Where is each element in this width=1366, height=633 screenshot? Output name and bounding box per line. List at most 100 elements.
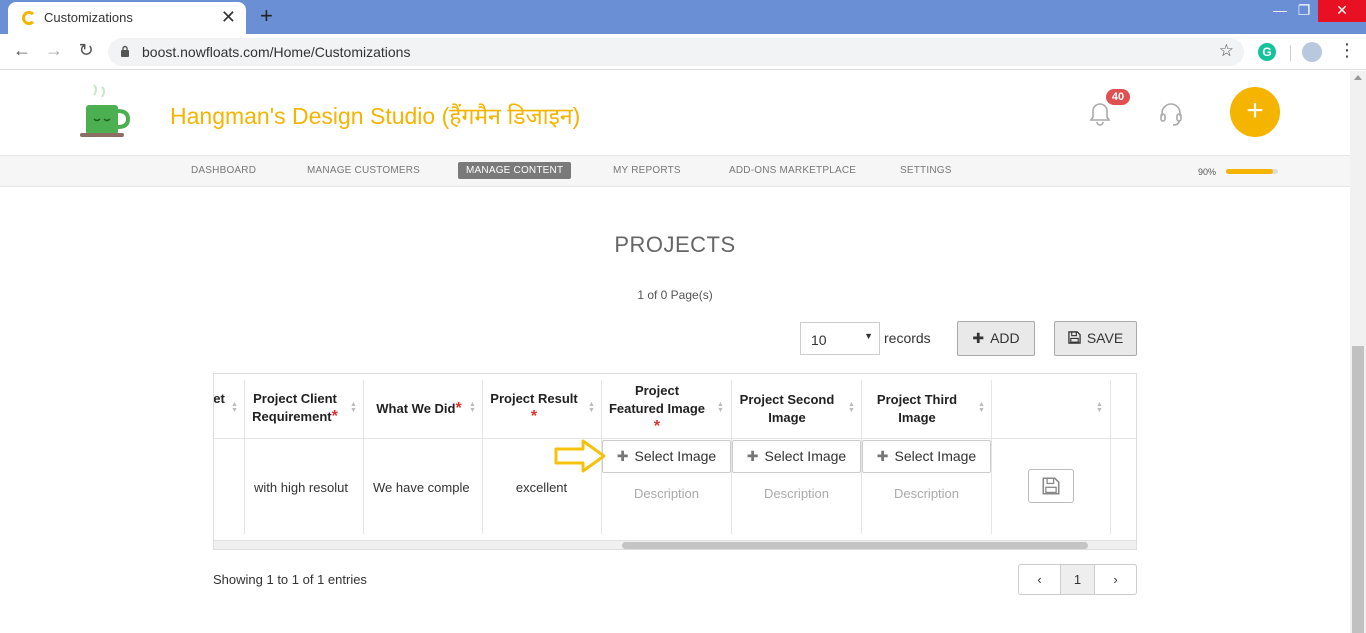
- sort-icon[interactable]: ▲ ▼: [350, 401, 358, 414]
- records-per-page-select[interactable]: 10 ▼: [800, 322, 880, 355]
- select-second-image-button[interactable]: ✚ Select Image: [732, 440, 861, 473]
- row-save-button[interactable]: [1028, 469, 1074, 503]
- table-scroll-thumb[interactable]: [622, 542, 1088, 549]
- brand-logo: [80, 84, 131, 137]
- page-1-button[interactable]: 1: [1061, 565, 1095, 594]
- bell-icon[interactable]: [1088, 101, 1112, 127]
- column-divider: [363, 380, 364, 534]
- projects-table: et ▲ ▼ Project Client Requirement* ▲ ▼ Wha…: [213, 373, 1137, 550]
- app-header: Hangman's Design Studio (हैंगमैन डिजाइन)…: [0, 71, 1350, 155]
- scroll-up-arrow[interactable]: [1354, 75, 1362, 80]
- browser-menu-icon[interactable]: ⋮: [1338, 40, 1356, 61]
- plus-icon: ✚: [972, 330, 985, 346]
- select-image-label: Select Image: [764, 448, 847, 464]
- omnibox[interactable]: boost.nowfloats.com/Home/Customizations …: [108, 38, 1244, 66]
- select-featured-image-button[interactable]: ✚ Select Image: [602, 440, 731, 473]
- add-button[interactable]: ✚ ADD: [957, 321, 1035, 356]
- nav-manage-customers[interactable]: MANAGE CUSTOMERS: [307, 165, 420, 176]
- sort-icon[interactable]: ▲ ▼: [978, 401, 986, 414]
- header-line: Image: [768, 410, 806, 425]
- add-label: ADD: [990, 330, 1020, 346]
- header-line: Project Client: [253, 391, 337, 406]
- next-page-button[interactable]: ›: [1095, 565, 1136, 594]
- column-divider: [244, 380, 245, 534]
- required-mark: *: [455, 400, 462, 417]
- sort-icon[interactable]: ▲ ▼: [588, 401, 596, 414]
- nav-manage-content[interactable]: MANAGE CONTENT: [458, 162, 572, 179]
- quick-add-button[interactable]: +: [1230, 87, 1280, 137]
- highlight-arrow-icon: [554, 439, 606, 473]
- nav-my-reports[interactable]: MY REPORTS: [613, 165, 681, 176]
- nav-dashboard[interactable]: DASHBOARD: [191, 165, 256, 176]
- column-header-featured-image[interactable]: Project Featured Image *: [602, 382, 712, 440]
- column-header-client-requirement[interactable]: Project Client Requirement*: [245, 390, 345, 448]
- forward-icon[interactable]: →: [42, 40, 66, 61]
- header-line: Project Result: [490, 391, 578, 406]
- sort-icon[interactable]: ▲ ▼: [717, 401, 725, 414]
- url-text: boost.nowfloats.com/Home/Customizations: [142, 44, 411, 60]
- cell-client-requirement[interactable]: with high resolut: [254, 480, 354, 495]
- select-image-label: Select Image: [894, 448, 977, 464]
- profile-progress-bar: [1226, 169, 1278, 174]
- business-name[interactable]: Hangman's Design Studio (हैंगमैन डिजाइन): [170, 99, 580, 131]
- column-divider: [991, 380, 992, 534]
- nav-settings[interactable]: SETTINGS: [900, 165, 952, 176]
- plus-icon: ✚: [746, 448, 759, 464]
- new-tab-button[interactable]: +: [260, 3, 273, 29]
- profile-avatar[interactable]: [1302, 42, 1322, 62]
- reload-icon[interactable]: ↻: [74, 40, 98, 61]
- select-image-label: Select Image: [634, 448, 717, 464]
- page-scroll-thumb[interactable]: [1352, 346, 1364, 633]
- nav-addons-marketplace[interactable]: ADD-ONS MARKETPLACE: [729, 165, 856, 176]
- entries-summary: Showing 1 to 1 of 1 entries: [213, 572, 367, 587]
- restore-icon[interactable]: ❐: [1290, 0, 1318, 22]
- records-label: records: [884, 330, 931, 346]
- sort-icon[interactable]: ▲ ▼: [231, 401, 239, 414]
- prev-page-button[interactable]: ‹: [1019, 565, 1061, 594]
- records-value: 10: [811, 332, 827, 348]
- floppy-icon: [1042, 477, 1060, 495]
- second-image-description[interactable]: Description: [732, 486, 861, 501]
- save-button[interactable]: SAVE: [1054, 321, 1137, 356]
- favicon-icon: [22, 11, 36, 25]
- chevron-down-icon: ▼: [864, 331, 873, 341]
- header-line: Requirement: [252, 409, 332, 424]
- back-icon[interactable]: ←: [10, 40, 34, 61]
- close-tab-icon[interactable]: ✕: [221, 7, 236, 28]
- toolbar-divider: [1290, 45, 1291, 61]
- lock-icon: [121, 45, 129, 57]
- page-scrollbar[interactable]: [1350, 71, 1366, 633]
- cell-project-result[interactable]: excellent: [482, 480, 601, 495]
- support-headset-icon[interactable]: [1158, 101, 1184, 127]
- sort-icon[interactable]: ▲ ▼: [1096, 401, 1104, 414]
- header-line: Project Second: [739, 392, 835, 407]
- cell-what-we-did[interactable]: We have comple: [373, 480, 475, 495]
- header-line: Project Third: [876, 392, 958, 407]
- column-header-partial[interactable]: et: [214, 390, 234, 448]
- browser-tab[interactable]: Customizations ✕: [8, 2, 246, 34]
- profile-progress-fill: [1226, 169, 1273, 174]
- main-nav: DASHBOARD MANAGE CUSTOMERS MANAGE CONTEN…: [0, 155, 1350, 187]
- column-divider: [482, 380, 483, 534]
- bookmark-star-icon[interactable]: ☆: [1219, 41, 1234, 61]
- sort-icon[interactable]: ▲ ▼: [469, 401, 477, 414]
- floppy-icon: [1068, 331, 1081, 344]
- featured-image-description[interactable]: Description: [602, 486, 731, 501]
- header-line: Project: [634, 383, 680, 398]
- plus-icon: ✚: [616, 448, 629, 464]
- required-mark: *: [530, 408, 538, 425]
- column-divider: [1110, 380, 1111, 534]
- table-horizontal-scrollbar[interactable]: [214, 540, 1136, 549]
- tab-title: Customizations: [44, 10, 133, 25]
- column-header-what-we-did[interactable]: What We Did*: [364, 400, 474, 458]
- pagination: ‹ 1 ›: [1018, 564, 1137, 595]
- grammarly-extension-icon[interactable]: G: [1258, 43, 1276, 61]
- required-mark: *: [331, 408, 338, 425]
- window-close-icon[interactable]: ✕: [1318, 0, 1366, 22]
- notification-badge: 40: [1106, 89, 1130, 105]
- profile-progress-label: 90%: [1198, 167, 1217, 177]
- browser-tabbar: Customizations ✕ + — ❐ ✕: [0, 0, 1366, 34]
- select-third-image-button[interactable]: ✚ Select Image: [862, 440, 991, 473]
- sort-icon[interactable]: ▲ ▼: [848, 401, 856, 414]
- third-image-description[interactable]: Description: [862, 486, 991, 501]
